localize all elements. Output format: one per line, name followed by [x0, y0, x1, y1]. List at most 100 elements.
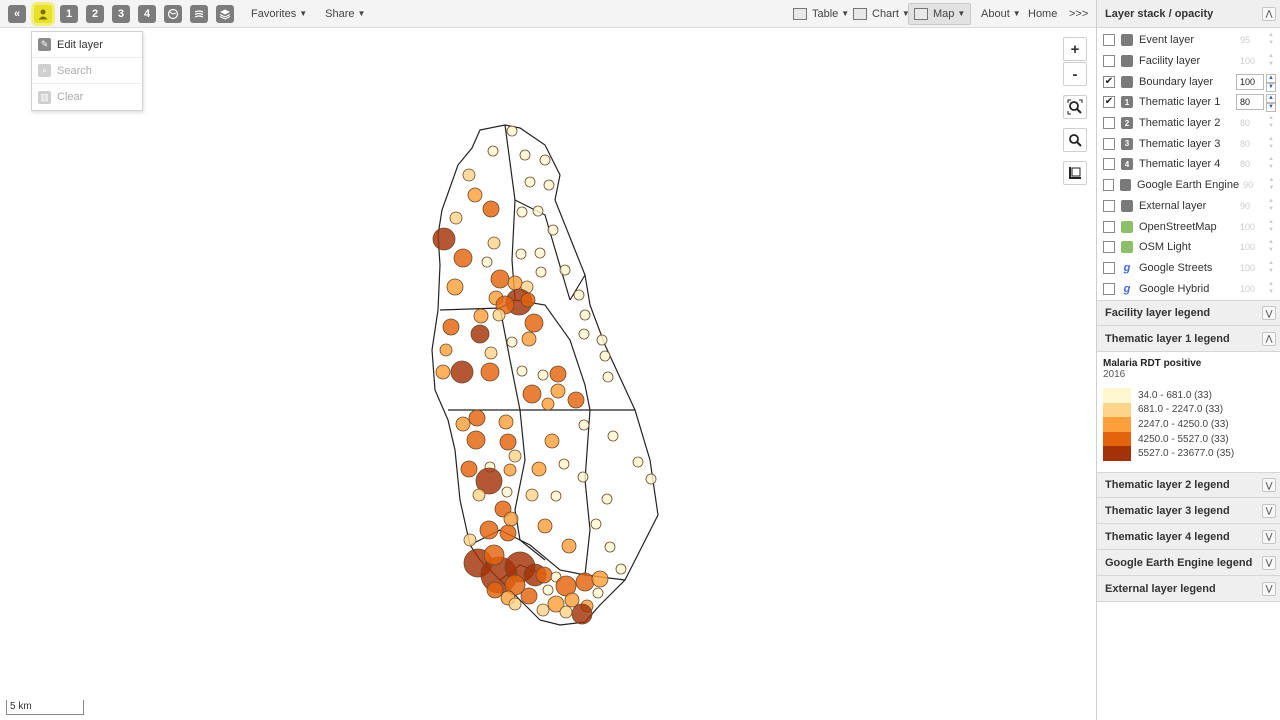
- chevron-up-icon[interactable]: ⋀: [1262, 331, 1276, 346]
- thematic-3-legend-header[interactable]: Thematic layer 3 legend ⋁: [1097, 498, 1280, 524]
- thematic-dot[interactable]: [534, 247, 546, 259]
- gee-legend-header[interactable]: Google Earth Engine legend ⋁: [1097, 550, 1280, 576]
- layer-row[interactable]: 2 Thematic layer 2 80 ▲ ▼: [1097, 113, 1280, 134]
- thematic-dot[interactable]: [558, 458, 570, 470]
- home-link[interactable]: Home: [1023, 3, 1062, 25]
- layer-checkbox[interactable]: ✔: [1103, 96, 1115, 109]
- layer-row[interactable]: ✔ 1 Thematic layer 1 80 ▲ ▼: [1097, 92, 1280, 113]
- chevron-up-icon[interactable]: ▲: [1266, 281, 1276, 289]
- thematic-dot[interactable]: [607, 430, 619, 442]
- opacity-stepper[interactable]: ▲ ▼: [1266, 32, 1276, 48]
- thematic-dot[interactable]: [578, 328, 590, 340]
- thematic-dot[interactable]: [503, 511, 519, 527]
- back-icon[interactable]: «: [8, 4, 26, 23]
- opacity-input[interactable]: 100: [1236, 281, 1264, 297]
- opacity-input[interactable]: 100: [1236, 219, 1264, 235]
- thematic-dot[interactable]: [577, 471, 589, 483]
- thematic-dot[interactable]: [506, 336, 518, 348]
- thematic-dot[interactable]: [592, 587, 604, 599]
- chevron-down-icon[interactable]: ▼: [1267, 185, 1276, 193]
- thematic-layer-3-button[interactable]: 3: [112, 4, 130, 23]
- chevron-up-icon[interactable]: ▲: [1266, 239, 1276, 247]
- thematic-dot[interactable]: [472, 488, 486, 502]
- chevron-up-icon[interactable]: ▲: [1266, 53, 1276, 61]
- thematic-dot[interactable]: [507, 275, 523, 291]
- opacity-input[interactable]: 80: [1236, 115, 1264, 131]
- chevron-up-icon[interactable]: ▲: [1266, 198, 1276, 206]
- thematic-dot[interactable]: [519, 149, 531, 161]
- chevron-up-icon[interactable]: ▲: [1266, 73, 1276, 83]
- chevron-up-icon[interactable]: ▲: [1266, 260, 1276, 268]
- opacity-stepper[interactable]: ▲ ▼: [1266, 73, 1276, 92]
- thematic-dot[interactable]: [508, 449, 522, 463]
- opacity-input[interactable]: 100: [1236, 260, 1264, 276]
- layer-row[interactable]: OSM Light 100 ▲ ▼: [1097, 237, 1280, 258]
- thematic-1-legend-header[interactable]: Thematic layer 1 legend ⋀: [1097, 326, 1280, 352]
- thematic-dot[interactable]: [591, 570, 609, 588]
- thematic-dot[interactable]: [532, 205, 544, 217]
- thematic-dot[interactable]: [542, 584, 554, 596]
- thematic-dot[interactable]: [536, 603, 550, 617]
- thematic-dot[interactable]: [506, 125, 518, 137]
- thematic-dot[interactable]: [571, 603, 593, 625]
- thematic-dot[interactable]: [499, 524, 517, 542]
- thematic-dot[interactable]: [468, 409, 486, 427]
- thematic-dot[interactable]: [520, 292, 536, 308]
- opacity-stepper[interactable]: ▲ ▼: [1266, 53, 1276, 69]
- chevron-up-icon[interactable]: ⋀: [1262, 6, 1276, 21]
- thematic-dot[interactable]: [645, 473, 657, 485]
- thematic-dot[interactable]: [559, 264, 571, 276]
- thematic-dot[interactable]: [535, 266, 547, 278]
- chevron-up-icon[interactable]: ▲: [1267, 177, 1276, 185]
- opacity-input[interactable]: 80: [1236, 94, 1264, 111]
- layer-checkbox[interactable]: [1103, 179, 1115, 192]
- layer-checkbox[interactable]: [1103, 117, 1115, 130]
- chevron-up-icon[interactable]: ▲: [1266, 136, 1276, 144]
- thematic-dot[interactable]: [543, 179, 555, 191]
- layer-row[interactable]: g Google Streets 100 ▲ ▼: [1097, 258, 1280, 279]
- thematic-layer-2-button[interactable]: 2: [86, 4, 104, 23]
- thematic-dot[interactable]: [432, 227, 456, 251]
- thematic-dot[interactable]: [539, 154, 551, 166]
- layer-row[interactable]: 4 Thematic layer 4 80 ▲ ▼: [1097, 154, 1280, 175]
- thematic-dot[interactable]: [487, 236, 501, 250]
- thematic-dot[interactable]: [499, 433, 517, 451]
- thematic-dot[interactable]: [473, 308, 489, 324]
- chevron-up-icon[interactable]: ▲: [1266, 115, 1276, 123]
- chevron-down-icon[interactable]: ▼: [1266, 103, 1276, 113]
- thematic-dot[interactable]: [561, 538, 577, 554]
- thematic-layer-4-button[interactable]: 4: [138, 4, 156, 23]
- opacity-input[interactable]: 80: [1236, 136, 1264, 152]
- thematic-dot[interactable]: [525, 488, 539, 502]
- clear-menu-item[interactable]: ▥ Clear: [32, 84, 142, 110]
- thematic-dot[interactable]: [604, 541, 616, 553]
- chevron-down-icon[interactable]: ▼: [1266, 123, 1276, 131]
- favorites-menu[interactable]: Favorites ▼: [246, 3, 312, 25]
- thematic-dot[interactable]: [453, 248, 473, 268]
- opacity-input[interactable]: 90: [1236, 198, 1264, 214]
- thematic-layer-1-button[interactable]: 1: [60, 4, 78, 23]
- thematic-dot[interactable]: [596, 334, 608, 346]
- layer-checkbox[interactable]: [1103, 55, 1115, 68]
- thematic-dot[interactable]: [531, 461, 547, 477]
- layer-checkbox[interactable]: [1103, 261, 1115, 274]
- zoom-extent-button[interactable]: [1063, 95, 1087, 119]
- measure-button[interactable]: [1063, 161, 1087, 185]
- map-canvas[interactable]: + - 5 km: [0, 29, 1096, 720]
- opacity-input[interactable]: 100: [1236, 53, 1264, 69]
- thematic-dot[interactable]: [462, 168, 476, 182]
- thematic-dot[interactable]: [516, 365, 528, 377]
- chevron-down-icon[interactable]: ⋁: [1262, 478, 1276, 492]
- thematic-dot[interactable]: [601, 493, 613, 505]
- chevron-down-icon[interactable]: ⋁: [1262, 529, 1276, 544]
- chevron-down-icon[interactable]: ▼: [1266, 164, 1276, 172]
- external-layer-button[interactable]: [216, 4, 234, 23]
- thematic-dot[interactable]: [455, 416, 471, 432]
- chevron-down-icon[interactable]: ▼: [1266, 227, 1276, 235]
- chevron-down-icon[interactable]: ⋁: [1262, 306, 1276, 320]
- opacity-stepper[interactable]: ▲ ▼: [1266, 156, 1276, 172]
- thematic-dot[interactable]: [484, 346, 498, 360]
- thematic-dot[interactable]: [446, 278, 464, 296]
- chevron-down-icon[interactable]: ▼: [1266, 247, 1276, 255]
- opacity-stepper[interactable]: ▲ ▼: [1266, 115, 1276, 131]
